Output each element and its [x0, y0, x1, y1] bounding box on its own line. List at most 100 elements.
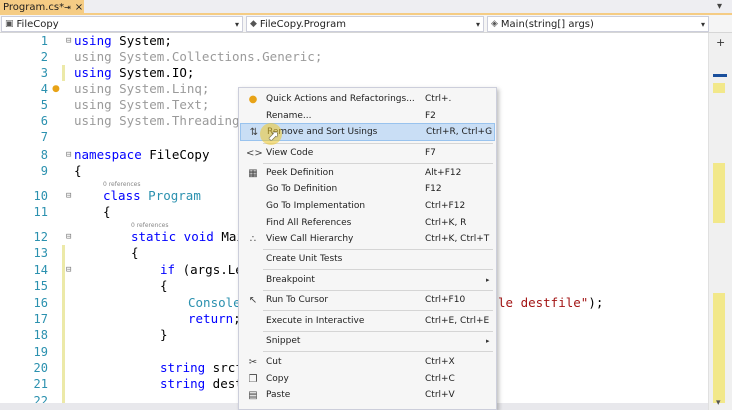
chevron-down-icon: ▾: [234, 19, 239, 29]
line-number: 18: [33, 328, 48, 342]
line-number: 15: [33, 279, 48, 293]
line-number: 14: [33, 263, 48, 277]
member-label: Main(string[] args): [500, 18, 594, 30]
code-line: le destfile");: [498, 295, 604, 310]
menu-item-quick-actions[interactable]: ● Quick Actions and Refactorings... Ctrl…: [240, 90, 495, 108]
line-number: 8: [40, 148, 48, 162]
code-line: using System;: [74, 33, 172, 48]
line-number: 13: [33, 246, 48, 260]
sort-usings-icon: ⇅: [249, 126, 259, 138]
fold-toggle-icon[interactable]: ⊟: [66, 229, 71, 245]
code-line: {: [160, 278, 168, 293]
code-line: using System.Text;: [74, 97, 210, 112]
menu-item-go-to-definition[interactable]: Go To Definition F12: [240, 180, 495, 198]
menu-item-paste[interactable]: ▤ Paste Ctrl+V: [240, 386, 495, 404]
mouse-pointer-icon: ⬈: [268, 129, 279, 144]
code-line: string dest: [160, 376, 243, 391]
csharp-project-icon: ▣: [5, 19, 14, 29]
menu-item-execute-interactive[interactable]: Execute in Interactive Ctrl+E, Ctrl+E: [240, 312, 495, 330]
menu-separator: [263, 310, 493, 311]
code-line: if (args.Le: [160, 262, 243, 277]
line-number: 9: [40, 164, 48, 178]
menu-item-cut[interactable]: ✂ Cut Ctrl+X: [240, 353, 495, 371]
scroll-down-icon[interactable]: ▾: [716, 398, 721, 408]
close-icon[interactable]: ×: [75, 2, 83, 13]
code-line: using System.IO;: [74, 65, 195, 80]
submenu-arrow-icon: ▸: [486, 276, 490, 284]
lightbulb-icon: ●: [248, 93, 258, 105]
scroll-thumb[interactable]: [713, 74, 727, 77]
navigation-bar: ▣ FileCopy ▾ ◆ FileCopy.Program ▾ ◈ Main…: [0, 15, 732, 33]
tab-program-cs[interactable]: Program.cs* ⇥ ×: [0, 0, 84, 15]
vertical-scrollbar[interactable]: + ▾: [708, 33, 732, 410]
split-editor-icon[interactable]: +: [716, 36, 725, 49]
menu-item-create-unit-tests[interactable]: Create Unit Tests: [240, 250, 495, 268]
change-marker: [62, 245, 65, 410]
line-number: 17: [33, 312, 48, 326]
code-line: using System.Collections.Generic;: [74, 49, 323, 64]
peek-icon: ▦: [248, 167, 258, 179]
fold-toggle-icon[interactable]: ⊟: [66, 147, 71, 163]
line-number: 5: [40, 98, 48, 112]
submenu-arrow-icon: ▸: [486, 337, 490, 345]
pin-icon[interactable]: ⇥: [64, 3, 71, 12]
line-number: 12: [33, 230, 48, 244]
document-tab-strip: Program.cs* ⇥ × ▾: [0, 0, 732, 15]
code-line: using System.Linq;: [74, 81, 210, 96]
copy-icon: ❐: [248, 373, 258, 385]
code-line: Console: [188, 295, 241, 310]
line-number: 20: [33, 361, 48, 375]
code-line: string srcf: [160, 360, 243, 375]
chevron-down-icon: ▾: [700, 19, 705, 29]
line-number: 11: [33, 205, 48, 219]
code-line: {: [103, 204, 111, 219]
tab-title: Program.cs*: [3, 2, 65, 13]
line-number: 7: [40, 130, 48, 144]
line-number: 21: [33, 377, 48, 391]
line-number: 2: [40, 50, 48, 64]
tab-overflow-icon[interactable]: ▾: [717, 1, 722, 12]
line-number: 1: [40, 34, 48, 48]
change-indicator: [713, 293, 725, 403]
project-dropdown[interactable]: ▣ FileCopy ▾: [1, 16, 243, 32]
fold-toggle-icon[interactable]: ⊟: [66, 33, 71, 49]
menu-item-view-code[interactable]: <> View Code F7: [240, 144, 495, 162]
menu-separator: [263, 269, 493, 270]
change-indicator: [713, 83, 725, 93]
change-indicator: [713, 163, 725, 223]
code-line: namespace FileCopy: [74, 147, 210, 162]
line-number: 3: [40, 66, 48, 80]
codelens-references[interactable]: 0 references: [131, 222, 169, 229]
code-line: {: [131, 245, 139, 260]
menu-item-view-call-hierarchy[interactable]: ∴ View Call Hierarchy Ctrl+K, Ctrl+T: [240, 230, 495, 248]
line-number: 4: [40, 82, 48, 96]
code-line: static void Mai: [131, 229, 244, 244]
codelens-references[interactable]: 0 references: [103, 181, 141, 188]
fold-toggle-icon[interactable]: ⊟: [66, 262, 71, 278]
menu-item-snippet[interactable]: Snippet ▸: [240, 332, 495, 350]
class-dropdown[interactable]: ◆ FileCopy.Program ▾: [246, 16, 484, 32]
lightbulb-icon[interactable]: ●: [52, 84, 60, 94]
code-icon: <>: [246, 147, 263, 159]
class-label: FileCopy.Program: [259, 18, 346, 30]
method-icon: ◈: [491, 19, 498, 29]
member-dropdown[interactable]: ◈ Main(string[] args) ▾: [487, 16, 709, 32]
line-number: 16: [33, 296, 48, 310]
menu-item-run-to-cursor[interactable]: ↖ Run To Cursor Ctrl+F10: [240, 291, 495, 309]
paste-icon: ▤: [248, 389, 258, 401]
code-line: using System.Threading.: [74, 113, 248, 128]
line-number: 10: [33, 189, 48, 203]
menu-item-go-to-implementation[interactable]: Go To Implementation Ctrl+F12: [240, 197, 495, 215]
fold-toggle-icon[interactable]: ⊟: [66, 188, 71, 204]
code-line: {: [74, 163, 82, 178]
hierarchy-icon: ∴: [249, 233, 257, 245]
project-label: FileCopy: [16, 18, 59, 30]
chevron-down-icon: ▾: [475, 19, 480, 29]
menu-item-breakpoint[interactable]: Breakpoint ▸: [240, 271, 495, 289]
code-line: }: [160, 327, 168, 342]
code-line: return;: [188, 311, 241, 326]
scissors-icon: ✂: [248, 356, 258, 368]
run-cursor-icon: ↖: [248, 294, 258, 306]
menu-separator: [263, 351, 493, 352]
line-number: 6: [40, 114, 48, 128]
